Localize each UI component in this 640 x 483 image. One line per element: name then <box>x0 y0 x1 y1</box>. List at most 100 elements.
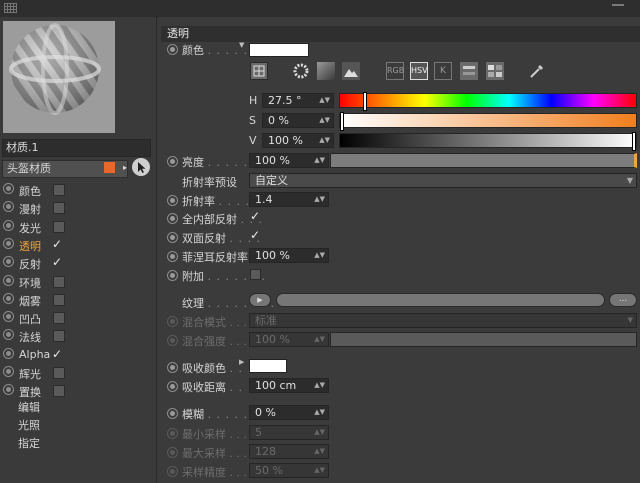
color-expand-icon[interactable]: ▼ <box>239 41 244 49</box>
channel-label: 凹凸 <box>19 313 41 327</box>
ior-field[interactable]: 1.4 ▲▼ <box>249 192 329 207</box>
palette-icon[interactable] <box>486 62 504 80</box>
channel-checkbox[interactable]: ✓ <box>52 238 62 250</box>
channel-anim-radio[interactable] <box>3 347 14 359</box>
channel-anim-radio[interactable] <box>3 274 14 286</box>
channel-checkbox[interactable] <box>53 367 65 379</box>
hsv-mode-icon[interactable]: HSV <box>410 62 428 80</box>
minimize-icon[interactable] <box>612 4 624 14</box>
channel-row[interactable]: 置换 <box>0 382 150 400</box>
absorb-color-anim-radio[interactable] <box>167 362 178 373</box>
channel-checkbox[interactable] <box>53 275 65 288</box>
channel-anim-radio[interactable] <box>3 311 14 323</box>
channel-anim-radio[interactable] <box>3 329 14 341</box>
color-anim-radio[interactable] <box>167 44 178 55</box>
channel-label: 置换 <box>19 386 41 400</box>
blur-anim-radio[interactable] <box>167 408 178 419</box>
channel-row[interactable]: 凹凸 <box>0 309 150 327</box>
channel-row[interactable]: 反射 ✓ <box>0 254 150 272</box>
value-slider-handle[interactable] <box>632 132 636 151</box>
value-slider[interactable] <box>339 132 637 151</box>
h-field[interactable]: 27.5 ° ▲▼ <box>262 93 334 108</box>
channel-label: Alpha <box>19 347 51 361</box>
ior-preset-dropdown[interactable]: 自定义 ▼ <box>249 173 637 188</box>
color-swatch[interactable] <box>249 43 309 57</box>
edit-item[interactable]: 编辑 <box>18 399 40 415</box>
illumination-item[interactable]: 光照 <box>18 417 40 433</box>
mix-mode-dropdown: 标准 ▼ <box>249 313 637 328</box>
blur-field[interactable]: 0 % ▲▼ <box>249 405 329 420</box>
material-preview[interactable] <box>3 21 115 133</box>
fresnel-anim-radio[interactable] <box>167 251 178 262</box>
fresnel-field[interactable]: 100 % ▲▼ <box>249 248 329 263</box>
texture-arrow-button[interactable]: ▶ <box>249 293 271 307</box>
channel-label: 漫射 <box>19 203 41 217</box>
hue-slider[interactable] <box>339 92 637 111</box>
brightness-anim-radio[interactable] <box>167 156 178 167</box>
double-sided-anim-radio[interactable] <box>167 232 178 243</box>
texture-more-button[interactable]: ... <box>609 293 637 307</box>
channel-checkbox[interactable] <box>53 385 65 398</box>
channel-row[interactable]: 颜色 <box>0 181 150 199</box>
assign-item[interactable]: 指定 <box>18 435 40 451</box>
channel-row[interactable]: 漫射 <box>0 199 150 217</box>
channel-anim-radio[interactable] <box>3 237 14 249</box>
channel-anim-radio[interactable] <box>3 384 14 396</box>
material-name-field[interactable]: 材质.1 <box>2 139 151 157</box>
saturation-slider-handle[interactable] <box>340 112 344 131</box>
s-field[interactable]: 0 % ▲▼ <box>262 113 334 128</box>
channel-checkbox[interactable]: ✓ <box>52 256 62 268</box>
pick-cursor-icon[interactable] <box>132 158 150 176</box>
additive-checkbox[interactable] <box>250 269 261 280</box>
color-wheel-icon[interactable] <box>250 62 268 80</box>
channel-checkbox[interactable] <box>53 293 65 306</box>
channel-row[interactable]: 烟雾 <box>0 291 150 309</box>
v-field[interactable]: 100 % ▲▼ <box>262 133 334 148</box>
spectrum-icon[interactable] <box>292 62 310 80</box>
ior-preset-label: 折射率预设 <box>182 176 237 189</box>
hue-slider-handle[interactable] <box>362 92 367 111</box>
double-sided-checkbox[interactable]: ✓ <box>250 228 260 242</box>
channel-checkbox[interactable] <box>53 220 65 233</box>
channel-checkbox[interactable] <box>53 202 65 215</box>
channel-checkbox[interactable] <box>53 330 65 343</box>
eyedropper-icon[interactable] <box>528 62 546 80</box>
mixer-icon[interactable] <box>460 62 478 80</box>
channel-anim-radio[interactable] <box>3 292 14 304</box>
total-internal-checkbox[interactable]: ✓ <box>250 209 260 223</box>
mix-mode-anim-radio <box>167 316 178 327</box>
kelvin-mode-icon[interactable]: K <box>434 62 452 80</box>
channel-anim-radio[interactable] <box>3 366 14 377</box>
channel-row[interactable]: Alpha ✓ <box>0 346 150 364</box>
material-arrow-icon[interactable]: ▸ <box>123 160 130 176</box>
channel-row[interactable]: 透明 ✓ <box>0 236 150 254</box>
saturation-slider[interactable] <box>339 112 637 131</box>
rgb-mode-icon[interactable]: RGB <box>386 62 404 80</box>
channel-anim-radio[interactable] <box>3 201 14 213</box>
ior-anim-radio[interactable] <box>167 195 178 206</box>
channel-anim-radio[interactable] <box>3 256 14 268</box>
channel-row[interactable]: 法线 <box>0 327 150 345</box>
material-color-swatch <box>104 162 115 173</box>
absorb-dist-anim-radio[interactable] <box>167 381 178 392</box>
grip-icon[interactable] <box>4 3 17 13</box>
absorb-dist-field[interactable]: 100 cm ▲▼ <box>249 378 329 393</box>
absorb-expand-icon[interactable]: ▶ <box>239 358 244 366</box>
channel-anim-radio[interactable] <box>3 183 14 194</box>
brightness-slider[interactable] <box>330 153 637 168</box>
channel-anim-radio[interactable] <box>3 219 14 231</box>
preview-sphere-icon <box>3 21 115 133</box>
texture-slot[interactable] <box>276 293 605 307</box>
total-internal-anim-radio[interactable] <box>167 213 178 224</box>
channel-checkbox[interactable] <box>53 312 65 325</box>
picture-icon[interactable] <box>342 62 360 80</box>
channel-checkbox[interactable] <box>53 184 65 196</box>
absorb-color-swatch[interactable] <box>249 359 287 373</box>
channel-checkbox[interactable]: ✓ <box>52 348 62 360</box>
channel-row[interactable]: 发光 <box>0 218 150 236</box>
channel-row[interactable]: 辉光 <box>0 364 150 382</box>
additive-anim-radio[interactable] <box>167 270 178 281</box>
channel-row[interactable]: 环境 <box>0 273 150 291</box>
brightness-field[interactable]: 100 % ▲▼ <box>249 153 329 168</box>
gradient-icon[interactable] <box>317 62 335 80</box>
